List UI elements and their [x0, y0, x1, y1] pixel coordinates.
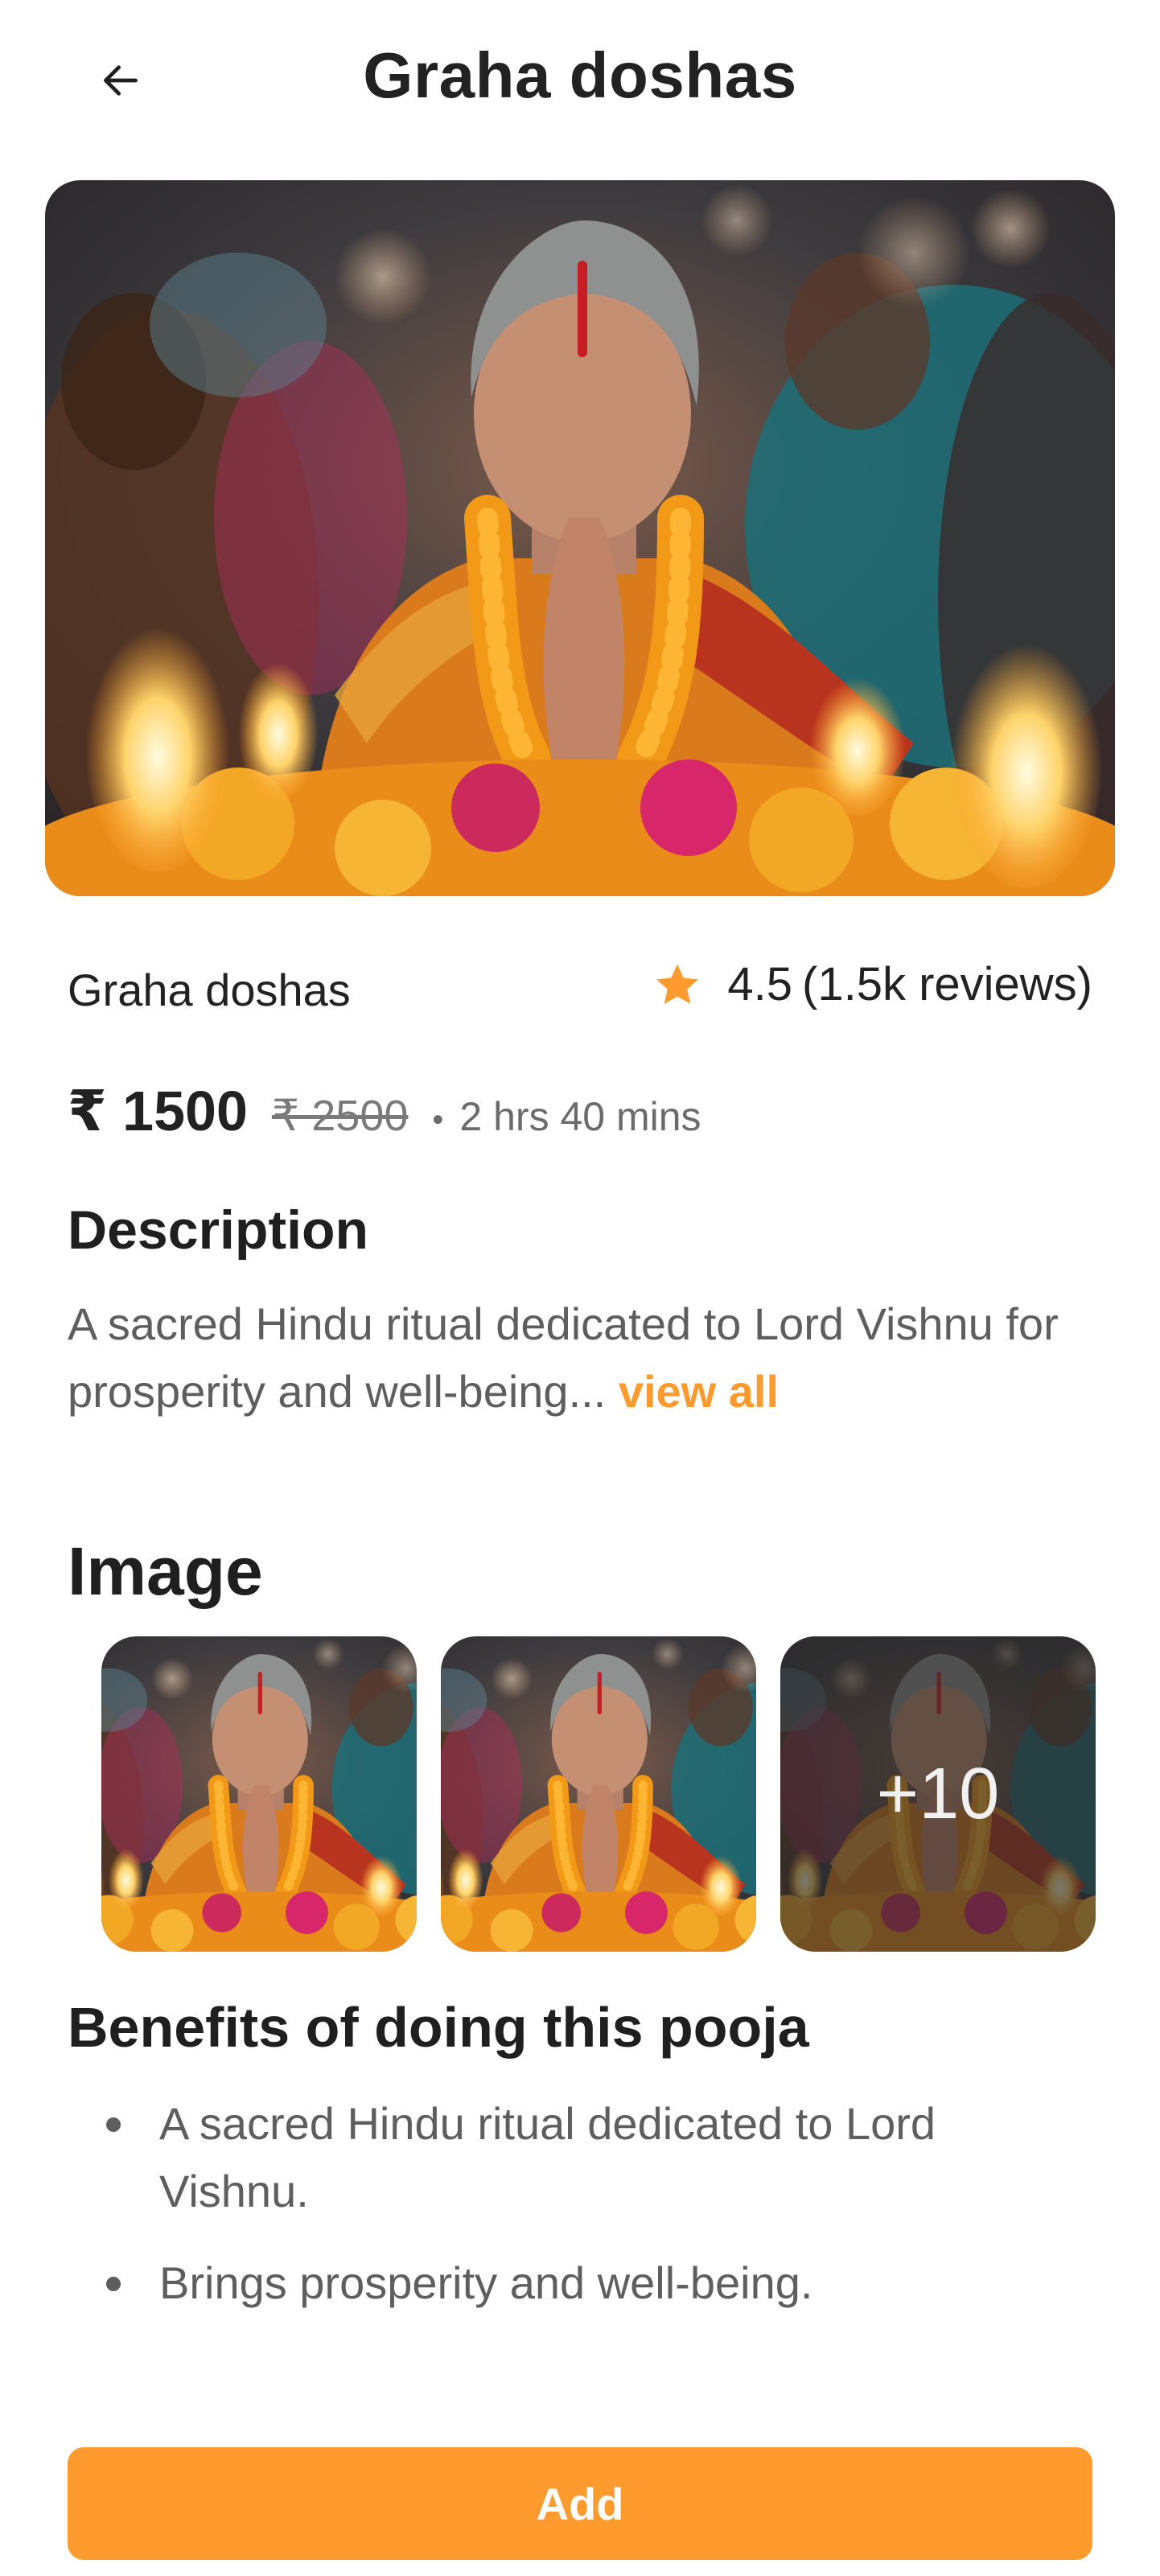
benefits-heading: Benefits of doing this pooja: [68, 1996, 809, 2059]
page-title: Graha doshas: [363, 39, 797, 111]
service-name: Graha doshas: [68, 965, 351, 1015]
benefit-item: Brings prosperity and well-being.: [68, 2249, 1081, 2317]
duration: 2 hrs 40 mins: [459, 1094, 701, 1139]
gallery-thumbnail[interactable]: [441, 1636, 756, 1952]
top-bar: Graha doshas: [0, 0, 1160, 153]
view-all-link[interactable]: view all: [619, 1366, 779, 1417]
separator-dot: •: [432, 1102, 444, 1138]
bullet-icon: [106, 2117, 121, 2132]
service-title-row: Graha doshas 4.5 (1.5k reviews): [68, 957, 1092, 1022]
add-button[interactable]: Add: [68, 2447, 1092, 2560]
price-row: ₹ 1500 ₹ 2500 • 2 hrs 40 mins: [68, 1078, 701, 1144]
rating: 4.5 (1.5k reviews): [652, 957, 1092, 1011]
gallery-thumbnail[interactable]: [101, 1636, 417, 1952]
description-body: A sacred Hindu ritual dedicated to Lord …: [68, 1298, 1059, 1417]
image-gallery: +10: [101, 1636, 1096, 1952]
star-icon: [656, 964, 699, 1004]
image-heading: Image: [68, 1533, 263, 1609]
benefit-item: A sacred Hindu ritual dedicated to Lord …: [68, 2090, 1081, 2225]
more-images-overlay: +10: [780, 1636, 1096, 1952]
review-count: (1.5k reviews): [802, 958, 1092, 1010]
bullet-icon: [106, 2277, 121, 2291]
rating-value: 4.5: [727, 958, 793, 1010]
benefit-text: A sacred Hindu ritual dedicated to Lord …: [159, 2098, 936, 2216]
original-price: ₹ 2500: [271, 1092, 409, 1140]
gallery-more-thumbnail[interactable]: +10: [780, 1636, 1096, 1952]
description-heading: Description: [68, 1200, 369, 1261]
price: ₹ 1500: [68, 1080, 248, 1142]
benefit-text: Brings prosperity and well-being.: [159, 2257, 813, 2308]
hero-image: [45, 180, 1115, 896]
description-text: A sacred Hindu ritual dedicated to Lord …: [68, 1290, 1073, 1426]
more-images-count: +10: [876, 1753, 1000, 1834]
benefits-list: A sacred Hindu ritual dedicated to Lord …: [68, 2090, 1081, 2341]
